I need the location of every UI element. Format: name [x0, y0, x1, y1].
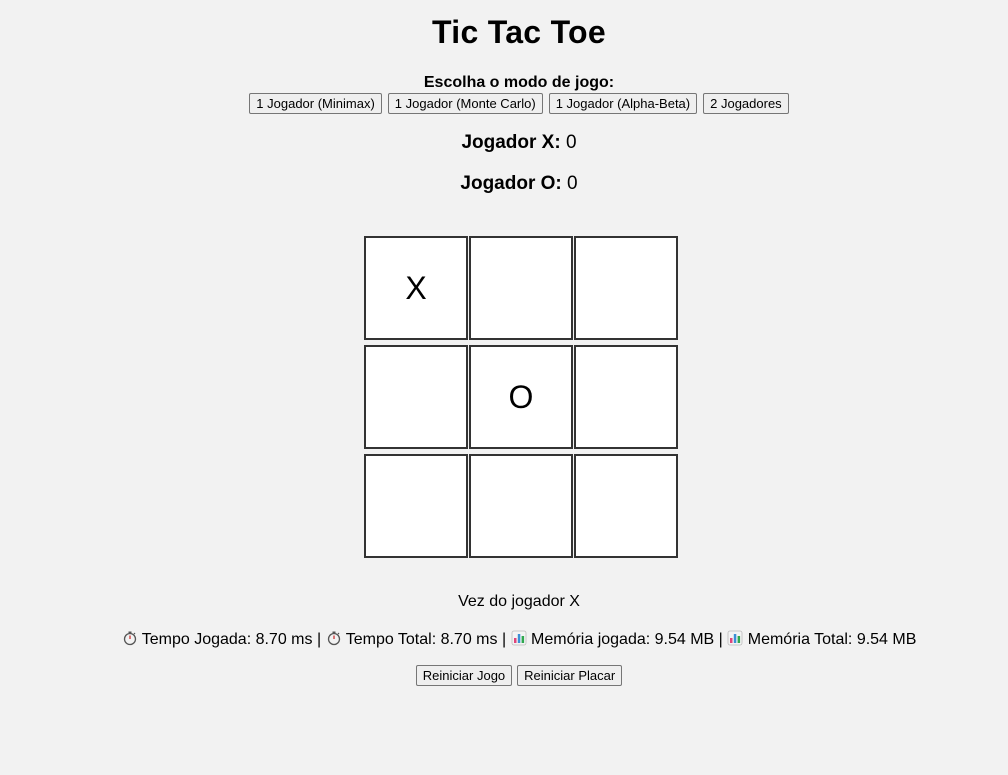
score-o: Jogador O: 0: [0, 173, 1008, 195]
board-cell-1[interactable]: [469, 236, 573, 340]
mode-two-players-button[interactable]: 2 Jogadores: [703, 93, 789, 114]
metrics-bar: Tempo Jogada: 8.70 ms | Tempo Total: 8.7…: [0, 630, 1008, 651]
stopwatch-icon: [122, 630, 138, 651]
mode-monte-carlo-button[interactable]: 1 Jogador (Monte Carlo): [387, 93, 543, 114]
score-x-label: Jogador X:: [461, 132, 561, 153]
tempo-total-text: Tempo Total: 8.70 ms: [345, 631, 498, 648]
memoria-jogada-text: Memória jogada: 9.54 MB: [531, 631, 715, 648]
turn-status: Vez do jogador X: [458, 593, 580, 610]
metrics-separator: |: [316, 631, 322, 648]
board-cell-0[interactable]: X: [364, 236, 468, 340]
memoria-total-text: Memória Total: 9.54 MB: [747, 631, 917, 648]
board-cell-8[interactable]: [574, 454, 678, 558]
game-board: X O: [364, 236, 679, 558]
board-cell-2[interactable]: [574, 236, 678, 340]
bar-chart-icon: [511, 630, 527, 651]
mode-alpha-beta-button[interactable]: 1 Jogador (Alpha-Beta): [548, 93, 698, 114]
mode-minimax-button[interactable]: 1 Jogador (Minimax): [249, 93, 382, 114]
action-buttons: Reiniciar Jogo Reiniciar Placar: [0, 665, 1008, 686]
score-o-label: Jogador O:: [460, 173, 562, 194]
score-x: Jogador X: 0: [0, 132, 1008, 154]
tempo-jogada-text: Tempo Jogada: 8.70 ms: [141, 631, 313, 648]
mode-buttons: 1 Jogador (Minimax) 1 Jogador (Monte Car…: [0, 93, 1008, 114]
board-cell-5[interactable]: [574, 345, 678, 449]
stopwatch-icon: [326, 630, 342, 651]
bar-chart-icon: [727, 630, 743, 651]
reset-score-button[interactable]: Reiniciar Placar: [517, 665, 623, 686]
board-cell-7[interactable]: [469, 454, 573, 558]
board-cell-3[interactable]: [364, 345, 468, 449]
metrics-separator: |: [718, 631, 723, 648]
page-title: Tic Tac Toe: [431, 14, 607, 50]
mode-label: Escolha o modo de jogo:: [423, 74, 615, 91]
board-cell-4[interactable]: O: [469, 345, 573, 449]
score-x-value: 0: [565, 132, 577, 153]
page: Tic Tac Toe Escolha o modo de jogo: 1 Jo…: [0, 0, 1008, 775]
metrics-separator: |: [501, 631, 507, 648]
reset-game-button[interactable]: Reiniciar Jogo: [415, 665, 513, 686]
score-o-value: 0: [567, 173, 578, 194]
board-cell-6[interactable]: [364, 454, 468, 558]
